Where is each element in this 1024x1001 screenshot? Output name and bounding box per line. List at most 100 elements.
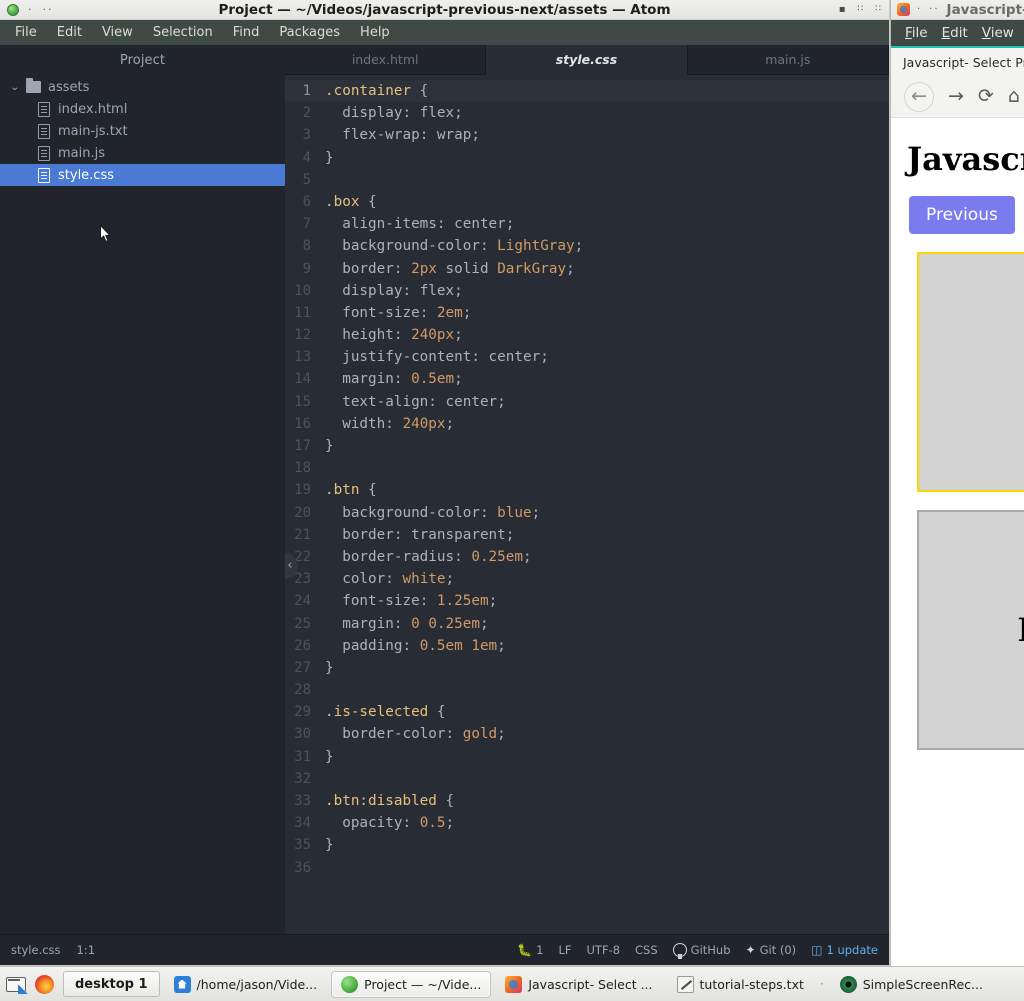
firefox-menu-edit[interactable]: Edit: [942, 25, 968, 41]
token-punc: }: [325, 748, 334, 765]
code-line: 35}: [285, 834, 889, 856]
lint-status[interactable]: 🐛 1: [517, 943, 543, 957]
page-box-list: O Fo: [907, 252, 1024, 750]
chevron-down-icon[interactable]: ⌄: [10, 82, 25, 93]
code-line: 19 .btn {: [285, 479, 889, 501]
token-prop: flex-wrap: [325, 127, 420, 144]
previous-button[interactable]: Previous: [909, 196, 1015, 234]
firefox-tabstrip: Javascript- Select Pr: [891, 48, 1024, 76]
line-number: 13: [294, 349, 311, 366]
token-num: 1.25em: [436, 593, 489, 610]
code-line: 14 margin: 0.5em;: [285, 368, 889, 390]
desktop-screen: · ·· Project — ~/Videos/javascript-previ…: [0, 0, 1024, 1001]
content-box-label: Fo: [1017, 611, 1024, 649]
reload-button[interactable]: ⟳: [978, 87, 994, 106]
taskbar-item-label: Javascript- Select ...: [528, 976, 653, 992]
firefox-titlebar-dots: ··: [929, 3, 940, 15]
close-button[interactable]: ∷: [875, 5, 881, 14]
project-tree-view: Project ⌄ assets index.html main-js.txt ma…: [0, 45, 285, 934]
firefox-navbar: ← → ⟳ ⌂: [891, 76, 1024, 118]
token-val: flex: [419, 282, 455, 299]
token-val: wrap: [436, 127, 472, 144]
atom-titlebar[interactable]: · ·· Project — ~/Videos/javascript-previ…: [0, 0, 889, 20]
menu-edit[interactable]: Edit: [49, 23, 90, 42]
tab-style-css[interactable]: style.css: [486, 45, 688, 75]
content-box[interactable]: Fo: [917, 510, 1024, 750]
home-button[interactable]: ⌂: [1008, 87, 1020, 106]
tree-file-index-html[interactable]: index.html: [0, 98, 285, 120]
tree-file-main-js-txt[interactable]: main-js.txt: [0, 120, 285, 142]
code-line: 9 border: 2px solid DarkGray;: [285, 258, 889, 280]
maximize-button[interactable]: ∷: [858, 5, 864, 14]
mouse-cursor: [100, 225, 112, 242]
menu-file[interactable]: File: [7, 23, 45, 42]
files-icon: [173, 975, 191, 993]
firefox-titlebar[interactable]: · ·· Javascript-: [891, 0, 1024, 20]
back-button[interactable]: ←: [904, 81, 934, 112]
firefox-icon: [505, 975, 523, 993]
firefox-menu-view[interactable]: View: [982, 25, 1014, 41]
menu-help[interactable]: Help: [352, 23, 398, 42]
update-status[interactable]: ◫ 1 update: [811, 943, 878, 957]
tree-file-label: style.css: [58, 167, 114, 183]
git-status[interactable]: ✦ Git (0): [746, 943, 797, 957]
firefox-icon: [897, 3, 910, 16]
menu-find[interactable]: Find: [225, 23, 268, 42]
statusbar-grammar[interactable]: CSS: [635, 943, 658, 957]
tree-file-style-css[interactable]: style.css: [0, 164, 285, 186]
taskbar: desktop 1 /home/jason/Vide... Project — ~…: [0, 966, 1024, 1001]
taskbar-item[interactable]: SimpleScreenRec...: [830, 971, 993, 998]
forward-button[interactable]: →: [948, 87, 964, 106]
code-line: 7 align-items: center;: [285, 213, 889, 235]
statusbar-filename[interactable]: style.css: [11, 943, 61, 957]
code-text: background-color: LightGray;: [325, 235, 583, 257]
taskbar-item[interactable]: tutorial-steps.txt: [667, 971, 814, 998]
minimize-button[interactable]: ▪: [839, 4, 846, 15]
tab-main-js[interactable]: main.js: [687, 45, 889, 75]
atom-icon: [7, 3, 19, 16]
statusbar-cursor-position[interactable]: 1:1: [77, 943, 96, 957]
token-punc: ;: [479, 615, 489, 632]
firefox-menu-file[interactable]: File: [905, 25, 928, 41]
tree-file-main-js[interactable]: main.js: [0, 142, 285, 164]
content-box-selected[interactable]: O: [917, 252, 1024, 492]
code-text: align-items: center;: [325, 213, 514, 235]
line-number: 27: [294, 659, 311, 676]
code-text: color: white;: [325, 568, 454, 590]
browser-tab[interactable]: Javascript- Select Pr: [903, 55, 1024, 70]
line-number: 30: [294, 726, 311, 743]
line-number: 15: [294, 393, 311, 410]
statusbar-line-ending[interactable]: LF: [558, 943, 571, 957]
github-status[interactable]: GitHub: [672, 943, 731, 959]
taskbar-item[interactable]: Javascript- Select ...: [495, 971, 662, 998]
tree-folder-assets[interactable]: ⌄ assets: [0, 76, 285, 98]
line-number: 7: [302, 216, 311, 233]
titlebar-dot: ·: [28, 3, 34, 16]
statusbar-encoding[interactable]: UTF-8: [587, 943, 621, 957]
tab-index-html[interactable]: index.html: [285, 45, 487, 75]
show-desktop-button[interactable]: [4, 972, 28, 996]
code-line: 32: [285, 768, 889, 790]
token-num: 0.5em: [411, 371, 455, 388]
token-prop: font-size: [325, 593, 420, 610]
token-cname: white: [402, 571, 446, 588]
taskbar-item[interactable]: Project — ~/Vide...: [331, 970, 492, 998]
code-editor[interactable]: 1 .container {2 display: flex; 3 flex-wrap…: [285, 75, 889, 934]
token-punc: ;: [505, 216, 515, 233]
menu-view[interactable]: View: [94, 23, 141, 42]
code-lines: 1 .container {2 display: flex; 3 flex-wrap…: [285, 75, 889, 879]
workspace-switcher[interactable]: desktop 1: [63, 971, 160, 997]
menu-packages[interactable]: Packages: [271, 23, 348, 42]
line-number: 21: [294, 526, 311, 543]
update-label: 1 update: [826, 943, 879, 957]
token-num: 240px: [402, 415, 446, 432]
bug-icon: 🐛: [517, 943, 533, 957]
line-number: 16: [294, 415, 311, 432]
code-text: .container {: [325, 80, 428, 102]
token-prop: width: [325, 415, 386, 432]
firefox-launcher-button[interactable]: [32, 972, 56, 996]
line-number: 24: [294, 593, 311, 610]
taskbar-item[interactable]: /home/jason/Vide...: [164, 971, 328, 998]
token-punc: ;: [454, 282, 463, 299]
menu-selection[interactable]: Selection: [145, 23, 221, 42]
